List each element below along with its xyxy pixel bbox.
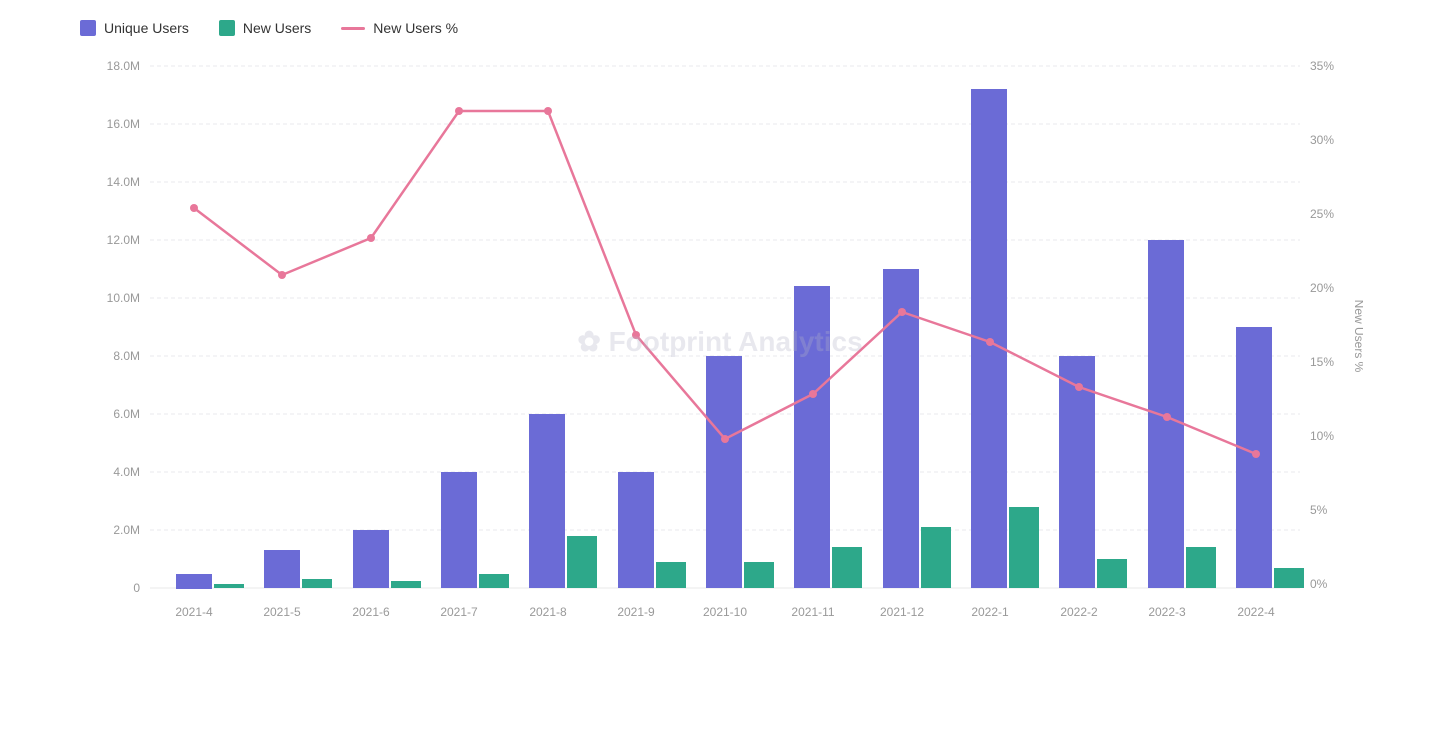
bar-new-2021-4 bbox=[214, 584, 244, 588]
xlabel-2022-1: 2022-1 bbox=[971, 605, 1009, 619]
bar-new-2022-4 bbox=[1274, 568, 1304, 588]
bar-new-2021-5 bbox=[302, 579, 332, 588]
svg-text:25%: 25% bbox=[1310, 207, 1334, 221]
bar-new-2021-9 bbox=[656, 562, 686, 588]
bar-new-2022-1 bbox=[1009, 507, 1039, 588]
new-users-pct-line-icon bbox=[341, 27, 365, 30]
new-users-label: New Users bbox=[243, 20, 311, 36]
xlabel-2021-4: 2021-4 bbox=[175, 605, 213, 619]
bar-new-2021-11 bbox=[832, 547, 862, 588]
xlabel-2022-4: 2022-4 bbox=[1237, 605, 1275, 619]
bar-unique-2021-5 bbox=[264, 550, 300, 588]
svg-text:30%: 30% bbox=[1310, 133, 1334, 147]
new-users-pct-label: New Users % bbox=[373, 20, 458, 36]
bar-unique-2021-10 bbox=[706, 356, 742, 588]
svg-text:35%: 35% bbox=[1310, 59, 1334, 73]
xlabel-2022-3: 2022-3 bbox=[1148, 605, 1186, 619]
svg-text:0%: 0% bbox=[1310, 577, 1328, 591]
dot-2021-10 bbox=[721, 435, 729, 443]
bar-unique-2021-6 bbox=[353, 530, 389, 588]
bar-new-2021-12 bbox=[921, 527, 951, 588]
legend-new-users-pct: New Users % bbox=[341, 20, 458, 36]
dot-2021-11 bbox=[809, 390, 817, 398]
xlabel-2022-2: 2022-2 bbox=[1060, 605, 1098, 619]
xlabel-2021-11: 2021-11 bbox=[791, 605, 834, 619]
unique-users-label: Unique Users bbox=[104, 20, 189, 36]
dot-2022-2 bbox=[1075, 383, 1083, 391]
svg-text:6.0M: 6.0M bbox=[113, 407, 140, 421]
bar-unique-2021-4 bbox=[176, 574, 212, 589]
xlabel-2021-12: 2021-12 bbox=[880, 605, 924, 619]
legend: Unique Users New Users New Users % bbox=[80, 20, 1363, 36]
new-users-color-icon bbox=[219, 20, 235, 36]
svg-text:16.0M: 16.0M bbox=[107, 117, 140, 131]
watermark-text: ✿ Footprint Analytics bbox=[577, 326, 862, 357]
svg-text:2.0M: 2.0M bbox=[113, 523, 140, 537]
xlabel-2021-9: 2021-9 bbox=[617, 605, 655, 619]
chart-container: Unique Users New Users New Users % bbox=[0, 0, 1443, 755]
unique-users-color-icon bbox=[80, 20, 96, 36]
dot-2021-5 bbox=[278, 271, 286, 279]
dot-2022-4 bbox=[1252, 450, 1260, 458]
svg-text:12.0M: 12.0M bbox=[107, 233, 140, 247]
svg-text:10.0M: 10.0M bbox=[107, 291, 140, 305]
chart-area: 18.0M 16.0M 14.0M 12.0M 10.0M 8.0M 6.0M … bbox=[80, 56, 1363, 676]
xlabel-2021-10: 2021-10 bbox=[703, 605, 747, 619]
bar-new-2021-10 bbox=[744, 562, 774, 588]
svg-text:20%: 20% bbox=[1310, 281, 1334, 295]
dot-2021-6 bbox=[367, 234, 375, 242]
svg-text:5%: 5% bbox=[1310, 503, 1328, 517]
bar-unique-2022-4 bbox=[1236, 327, 1272, 588]
svg-text:8.0M: 8.0M bbox=[113, 349, 140, 363]
legend-unique-users: Unique Users bbox=[80, 20, 189, 36]
dot-2021-8 bbox=[544, 107, 552, 115]
bar-new-2021-6 bbox=[391, 581, 421, 588]
xlabel-2021-6: 2021-6 bbox=[352, 605, 390, 619]
legend-new-users: New Users bbox=[219, 20, 311, 36]
xlabel-2021-7: 2021-7 bbox=[440, 605, 478, 619]
svg-text:18.0M: 18.0M bbox=[107, 59, 140, 73]
dot-2021-4 bbox=[190, 204, 198, 212]
bar-new-2022-3 bbox=[1186, 547, 1216, 588]
dot-2021-7 bbox=[455, 107, 463, 115]
bar-unique-2021-8 bbox=[529, 414, 565, 588]
dot-2022-1 bbox=[986, 338, 994, 346]
svg-text:New Users %: New Users % bbox=[1352, 300, 1363, 373]
bar-new-2021-7 bbox=[479, 574, 509, 588]
svg-text:10%: 10% bbox=[1310, 429, 1334, 443]
svg-text:4.0M: 4.0M bbox=[113, 465, 140, 479]
svg-text:14.0M: 14.0M bbox=[107, 175, 140, 189]
chart-svg: 18.0M 16.0M 14.0M 12.0M 10.0M 8.0M 6.0M … bbox=[80, 56, 1363, 676]
xlabel-2021-5: 2021-5 bbox=[263, 605, 301, 619]
svg-text:15%: 15% bbox=[1310, 355, 1334, 369]
bar-unique-2021-7 bbox=[441, 472, 477, 588]
bar-new-2021-8 bbox=[567, 536, 597, 588]
bar-unique-2021-9 bbox=[618, 472, 654, 588]
dot-2022-3 bbox=[1163, 413, 1171, 421]
dot-2021-12 bbox=[898, 308, 906, 316]
svg-text:0: 0 bbox=[133, 581, 140, 595]
xlabel-2021-8: 2021-8 bbox=[529, 605, 567, 619]
bar-new-2022-2 bbox=[1097, 559, 1127, 588]
